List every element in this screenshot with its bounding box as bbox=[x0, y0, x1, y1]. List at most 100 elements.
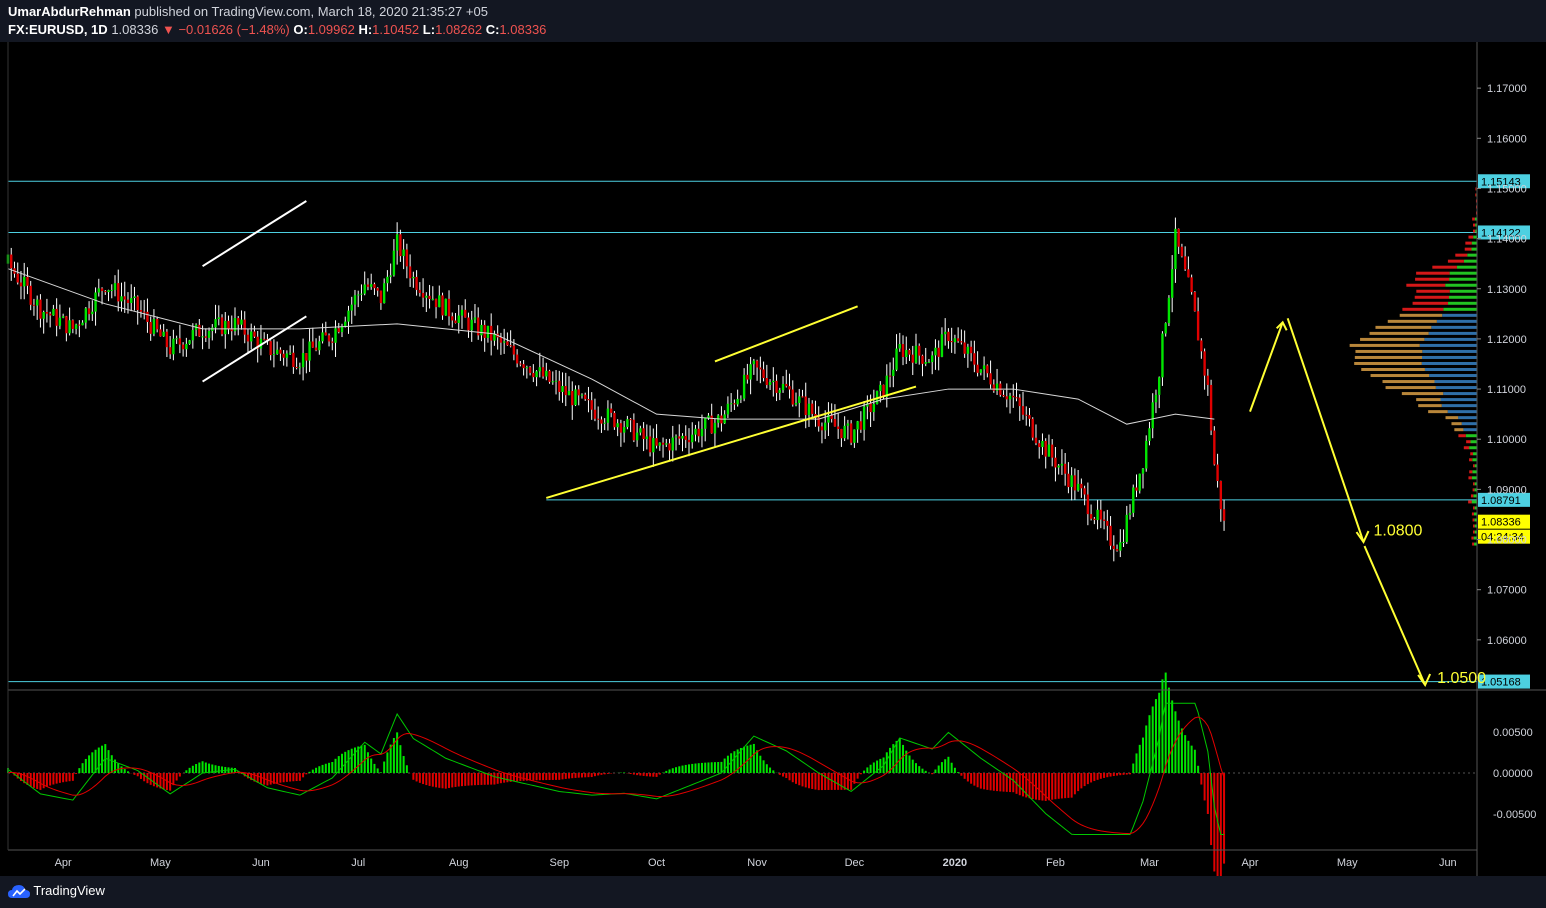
candle-body bbox=[1138, 473, 1141, 491]
symbol-label[interactable]: FX:EURUSD, 1D bbox=[8, 22, 108, 37]
macd-histogram-bar bbox=[1028, 773, 1031, 799]
volume-profile-bar bbox=[1471, 476, 1477, 480]
candle-body bbox=[639, 428, 642, 433]
candle-body bbox=[139, 310, 143, 312]
footer-bar: TradingView bbox=[0, 876, 1546, 908]
macd-histogram-bar bbox=[1206, 773, 1209, 814]
macd-histogram-bar bbox=[1171, 700, 1174, 773]
month-label: Aug bbox=[449, 857, 469, 869]
candle-body bbox=[207, 330, 211, 338]
macd-histogram-bar bbox=[123, 769, 126, 773]
candle-body bbox=[1083, 488, 1086, 495]
candle-body bbox=[1080, 483, 1083, 489]
candle-body bbox=[1122, 541, 1125, 543]
candle-body bbox=[846, 423, 850, 426]
macd-tick-label: -0.00500 bbox=[1493, 809, 1536, 821]
candle-body bbox=[1067, 473, 1070, 488]
price-chart[interactable]: 1.151431.141221.087911.051681.0833604:24… bbox=[0, 42, 1546, 876]
candle-body bbox=[23, 276, 26, 287]
candle-body bbox=[32, 304, 36, 306]
macd-histogram-bar bbox=[694, 763, 697, 773]
macd-histogram-bar bbox=[632, 773, 635, 775]
candle-body bbox=[950, 341, 953, 343]
candle-body bbox=[1158, 377, 1161, 395]
macd-histogram-bar bbox=[1213, 773, 1216, 872]
month-label: Dec bbox=[845, 857, 865, 869]
macd-histogram-bar bbox=[1070, 773, 1073, 798]
candle-body bbox=[331, 341, 334, 343]
macd-histogram-bar bbox=[950, 762, 953, 773]
high-value: 1.10452 bbox=[372, 22, 420, 37]
macd-histogram-bar bbox=[914, 763, 917, 773]
candle-body bbox=[645, 436, 649, 440]
macd-histogram-bar bbox=[678, 766, 681, 773]
macd-histogram-bar bbox=[1109, 773, 1112, 777]
tradingview-logo[interactable]: TradingView bbox=[8, 883, 105, 899]
candle-body bbox=[347, 310, 350, 322]
candle-body bbox=[421, 292, 425, 298]
macd-histogram-bar bbox=[431, 773, 434, 787]
macd-histogram-bar bbox=[457, 773, 460, 787]
macd-histogram-bar bbox=[944, 759, 947, 773]
candle-body bbox=[700, 428, 704, 437]
volume-profile-bar bbox=[1468, 476, 1472, 480]
volume-profile-bar bbox=[1451, 422, 1462, 426]
macd-histogram-bar bbox=[289, 773, 292, 782]
macd-histogram-bar bbox=[62, 773, 65, 783]
candle-body bbox=[785, 383, 788, 387]
volume-profile-bar bbox=[1475, 193, 1477, 197]
candle-body bbox=[120, 296, 123, 302]
candle-body bbox=[820, 426, 824, 431]
macd-histogram-bar bbox=[97, 747, 100, 773]
candle-body bbox=[1018, 397, 1021, 407]
month-label: Jul bbox=[351, 857, 365, 869]
macd-histogram-bar bbox=[577, 773, 580, 778]
candle-body bbox=[1044, 440, 1047, 457]
candle-body bbox=[697, 428, 700, 437]
macd-histogram-bar bbox=[399, 745, 402, 773]
macd-histogram-bar bbox=[584, 773, 587, 778]
macd-histogram-bar bbox=[308, 771, 311, 773]
macd-histogram-bar bbox=[405, 765, 408, 773]
volume-profile-bar bbox=[1473, 494, 1477, 498]
author-name[interactable]: UmarAbdurRehman bbox=[8, 4, 131, 19]
candle-body bbox=[733, 403, 736, 405]
macd-histogram-bar bbox=[376, 768, 379, 773]
candle-body bbox=[872, 404, 876, 413]
high-label: H: bbox=[358, 22, 373, 37]
candle-body bbox=[564, 386, 567, 396]
macd-histogram-bar bbox=[259, 773, 262, 784]
chart-header: UmarAbdurRehman published on TradingView… bbox=[0, 0, 1546, 42]
candle-body bbox=[84, 308, 88, 323]
candle-body bbox=[389, 275, 392, 277]
macd-histogram-bar bbox=[908, 755, 911, 773]
macd-histogram-bar bbox=[697, 763, 700, 773]
candle-body bbox=[1183, 256, 1187, 270]
candle-body bbox=[1106, 520, 1109, 526]
macd-histogram-bar bbox=[574, 773, 577, 778]
macd-histogram-bar bbox=[1038, 773, 1041, 801]
candle-body bbox=[973, 353, 976, 365]
candle-body bbox=[992, 384, 996, 391]
macd-histogram-bar bbox=[986, 773, 989, 790]
volume-profile-bar bbox=[1445, 416, 1459, 420]
candle-body bbox=[794, 402, 798, 405]
macd-histogram-bar bbox=[879, 758, 882, 773]
candle-body bbox=[1089, 514, 1093, 519]
candle-body bbox=[600, 419, 603, 424]
macd-histogram-bar bbox=[324, 763, 327, 773]
macd-histogram-bar bbox=[84, 758, 87, 773]
candle-body bbox=[334, 328, 337, 343]
level-price-label: 1.05168 bbox=[1481, 677, 1521, 689]
candle-body bbox=[311, 341, 315, 348]
candle-body bbox=[684, 435, 687, 440]
candle-body bbox=[1164, 323, 1167, 334]
candle-body bbox=[373, 284, 376, 289]
candle-body bbox=[509, 345, 512, 347]
macd-histogram-bar bbox=[402, 756, 405, 773]
candle-body bbox=[327, 335, 331, 342]
candle-body bbox=[1193, 292, 1197, 312]
candle-body bbox=[1167, 297, 1171, 324]
candle-body bbox=[859, 421, 863, 430]
candle-body bbox=[515, 354, 519, 364]
